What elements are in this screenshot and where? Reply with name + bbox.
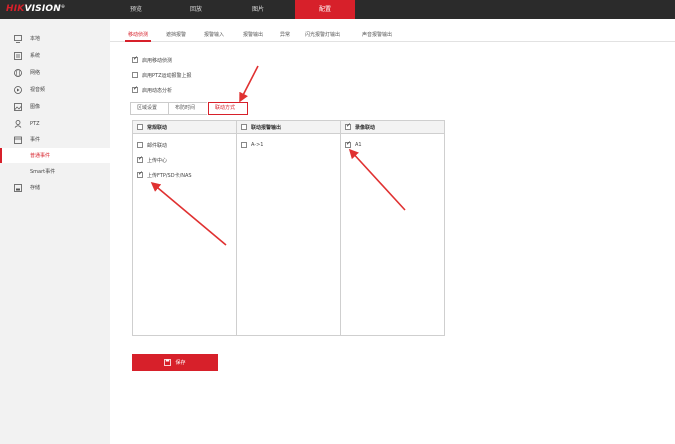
list-item[interactable]: A->1 [241, 141, 264, 149]
video-audio-icon [14, 85, 22, 94]
tab-motion-detection[interactable]: 移动侦测 [124, 31, 152, 42]
recording-select-all-checkbox[interactable] [345, 122, 351, 130]
monitor-icon [14, 34, 22, 43]
tab-alarm-output[interactable]: 报警输出 [243, 31, 263, 38]
sidebar-item-event[interactable]: 事件 [0, 132, 110, 147]
list-item-label: A->1 [251, 142, 264, 148]
globe-icon [14, 68, 22, 77]
sidebar-item-label: 网络 [30, 70, 41, 76]
sidebar-item-label: 存储 [30, 185, 41, 191]
tab-flash-alarm-output[interactable]: 闪光报警灯输出 [305, 31, 340, 38]
sidebar-item-label: Smart事件 [30, 169, 56, 175]
event-icon [14, 136, 22, 144]
column-header-label: 常规联动 [147, 124, 168, 131]
sidebar-item-ptz[interactable]: PTZ [0, 116, 110, 131]
tab-area-settings[interactable]: 区域设置 [130, 102, 168, 115]
column-trigger-recording: 录像联动 A1 [341, 121, 444, 335]
list-item[interactable]: 上传FTP/SD卡/NAS [137, 170, 192, 179]
sidebar-item-storage[interactable]: 存储 [0, 180, 110, 195]
enable-motion-detection-option[interactable]: 启用移动侦测 [132, 55, 173, 64]
ptz-icon [14, 119, 22, 128]
sidebar-item-video-audio[interactable]: 视音频 [0, 82, 110, 97]
column-trigger-alarm-output: 联动报警输出 A->1 [237, 121, 341, 335]
linkage-table: 常规联动 邮件联动 上传中心 上传FTP/SD卡/NAS 联动报警输出 [132, 120, 445, 336]
enable-ptz-motion-report-option[interactable]: 启用PTZ运动报警上报 [132, 71, 192, 79]
enable-dynamic-analysis-checkbox[interactable] [132, 85, 138, 93]
tab-linkage-method[interactable]: 联动方式 [208, 102, 248, 115]
column-normal-linkage: 常规联动 邮件联动 上传中心 上传FTP/SD卡/NAS [133, 121, 237, 335]
save-icon [164, 359, 172, 366]
sidebar-item-smart-event[interactable]: Smart事件 [0, 164, 110, 179]
image-icon [14, 102, 22, 111]
tab-tamper-alarm[interactable]: 遮挡报警 [166, 31, 186, 38]
event-subtabs: 移动侦测 遮挡报警 报警输入 报警输出 异常 闪光报警灯输出 声音报警输出 [110, 27, 675, 42]
tab-alarm-input[interactable]: 报警输入 [204, 31, 224, 38]
column-header-label: 录像联动 [355, 124, 376, 131]
email-linkage-checkbox[interactable] [137, 142, 143, 148]
sidebar-item-system[interactable]: 系统 [0, 48, 110, 63]
sidebar-item-basic-event[interactable]: 普通事件 [0, 148, 110, 163]
column-header: 录像联动 [341, 121, 444, 134]
sidebar-item-label: PTZ [30, 120, 40, 127]
top-nav-picture[interactable]: 图片 [232, 0, 284, 19]
alarm-output-a1-checkbox[interactable] [241, 142, 247, 148]
top-nav-configuration[interactable]: 配置 [295, 0, 355, 19]
top-bar: HIKVISION® 预览 回放 图片 配置 [0, 0, 675, 19]
recording-a1-checkbox[interactable] [345, 140, 351, 148]
list-item[interactable]: 上传中心 [137, 155, 168, 164]
upload-ftp-checkbox[interactable] [137, 170, 143, 178]
sidebar-item-network[interactable]: 网络 [0, 65, 110, 80]
list-item[interactable]: A1 [345, 140, 362, 149]
sidebar-item-label: 普通事件 [30, 153, 51, 159]
brand-logo: HIKVISION® [6, 4, 66, 14]
sidebar-item-label: 事件 [30, 137, 41, 143]
list-item-label: 邮件联动 [147, 142, 168, 149]
tab-exception[interactable]: 异常 [280, 31, 290, 38]
tab-audible-alarm-output[interactable]: 声音报警输出 [362, 31, 392, 38]
sidebar-item-label: 视音频 [30, 87, 46, 93]
system-icon [14, 51, 22, 60]
tab-arming-schedule[interactable]: 布防时间 [168, 102, 207, 115]
list-item-label: 上传中心 [147, 157, 168, 164]
enable-ptz-motion-report-checkbox[interactable] [132, 72, 138, 78]
sidebar-item-image[interactable]: 图像 [0, 99, 110, 114]
sidebar-item-label: 图像 [30, 104, 41, 110]
normal-linkage-select-all-checkbox[interactable] [137, 124, 143, 130]
sidebar-item-label: 本地 [30, 36, 41, 42]
sidebar: 本地 系统 网络 视音频 图像 PTZ 事件 普通事件 Smart事件 存储 [0, 19, 110, 444]
notify-center-checkbox[interactable] [137, 155, 143, 163]
list-item-label: A1 [355, 142, 362, 148]
storage-icon [14, 183, 22, 192]
save-button-label: 保存 [175, 360, 186, 366]
column-header: 常规联动 [133, 121, 236, 134]
list-item[interactable]: 邮件联动 [137, 141, 167, 149]
option-label: 启用移动侦测 [142, 57, 173, 64]
sidebar-item-local[interactable]: 本地 [0, 31, 110, 46]
list-item-label: 上传FTP/SD卡/NAS [147, 172, 192, 179]
alarm-output-select-all-checkbox[interactable] [241, 124, 247, 130]
option-label: 启用PTZ运动报警上报 [142, 72, 192, 79]
enable-motion-detection-checkbox[interactable] [132, 55, 138, 63]
column-header-label: 联动报警输出 [251, 124, 282, 131]
main-content: 移动侦测 遮挡报警 报警输入 报警输出 异常 闪光报警灯输出 声音报警输出 启用… [110, 19, 675, 444]
sidebar-item-label: 系统 [30, 53, 41, 59]
option-label: 启用动态分析 [142, 87, 173, 94]
column-header: 联动报警输出 [237, 121, 340, 134]
save-button[interactable]: 保存 [132, 354, 218, 371]
enable-dynamic-analysis-option[interactable]: 启用动态分析 [132, 85, 173, 94]
top-nav-preview[interactable]: 预览 [110, 0, 162, 19]
top-nav-playback[interactable]: 回放 [170, 0, 222, 19]
